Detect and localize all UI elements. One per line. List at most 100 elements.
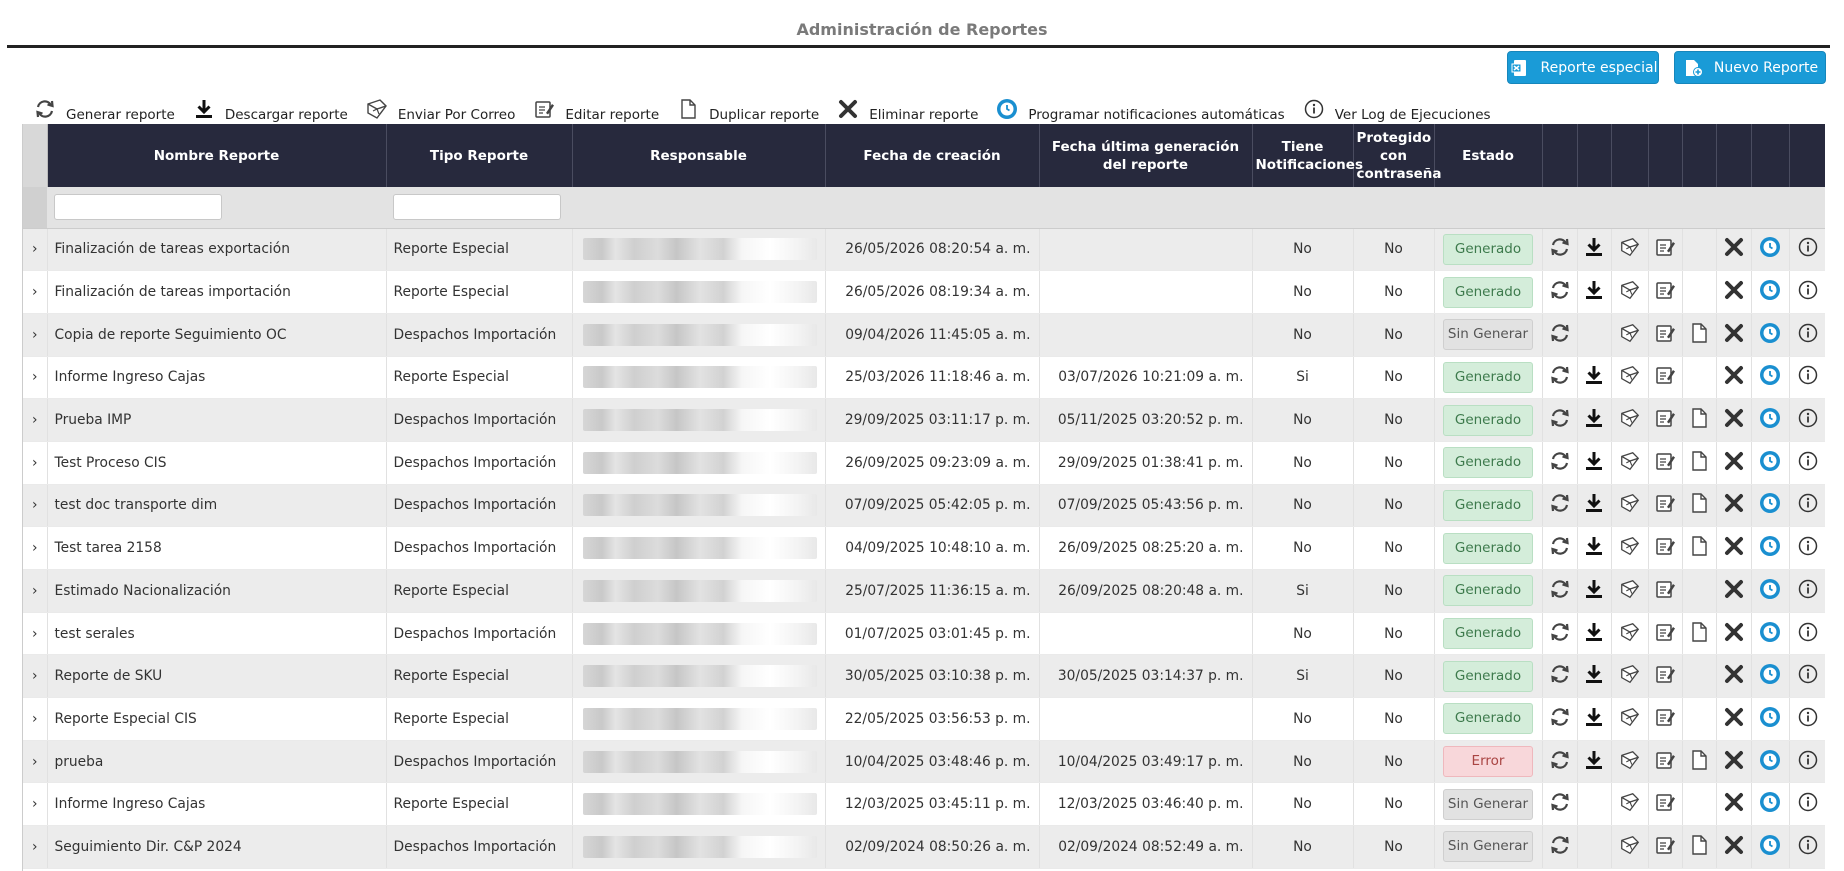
- edit-action-cell[interactable]: [1648, 398, 1683, 442]
- edit-doc-icon[interactable]: [1654, 621, 1676, 643]
- refresh-icon[interactable]: [1549, 407, 1571, 429]
- refresh-icon[interactable]: [1549, 663, 1571, 685]
- download-action-cell[interactable]: [1577, 356, 1612, 400]
- delete-action-cell[interactable]: [1716, 398, 1752, 442]
- col-notificaciones-header[interactable]: Tiene Notificaciones: [1252, 124, 1363, 187]
- clock-icon[interactable]: [1759, 450, 1781, 472]
- download-icon[interactable]: [1583, 279, 1605, 301]
- edit-action-cell[interactable]: [1648, 356, 1683, 400]
- edit-action-cell[interactable]: [1648, 569, 1683, 613]
- delete-action-cell[interactable]: [1716, 526, 1752, 570]
- schedule-action-cell[interactable]: [1751, 356, 1790, 400]
- duplicate-icon[interactable]: [1688, 407, 1710, 429]
- schedule-action-cell[interactable]: [1751, 612, 1790, 656]
- email-action-cell[interactable]: [1611, 782, 1649, 827]
- expand-row-toggle[interactable]: ›: [23, 484, 48, 528]
- edit-action-cell[interactable]: [1648, 313, 1683, 357]
- refresh-icon[interactable]: [1549, 492, 1571, 514]
- info-icon[interactable]: [1797, 791, 1819, 813]
- download-icon[interactable]: [1583, 578, 1605, 600]
- edit-doc-icon[interactable]: [1654, 450, 1676, 472]
- duplicate-action-cell[interactable]: [1682, 825, 1717, 869]
- log-action-cell[interactable]: [1789, 526, 1825, 570]
- log-action-cell[interactable]: [1789, 569, 1825, 613]
- col-tipo-header[interactable]: Tipo Reporte: [386, 124, 573, 187]
- send-mail-icon[interactable]: [1619, 749, 1641, 771]
- edit-action-cell[interactable]: [1648, 484, 1683, 528]
- info-icon[interactable]: [1797, 492, 1819, 514]
- email-action-cell[interactable]: [1611, 356, 1649, 400]
- schedule-action-cell[interactable]: [1751, 313, 1790, 357]
- clock-icon[interactable]: [1759, 322, 1781, 344]
- download-action-cell[interactable]: [1577, 441, 1612, 485]
- send-mail-icon[interactable]: [1619, 236, 1641, 258]
- delete-icon[interactable]: [1723, 663, 1745, 685]
- delete-icon[interactable]: [1723, 450, 1745, 472]
- nombre-filter-input[interactable]: [54, 194, 222, 221]
- generate-action-cell[interactable]: [1542, 270, 1578, 314]
- download-action-cell[interactable]: [1577, 526, 1612, 570]
- send-mail-icon[interactable]: [1619, 450, 1641, 472]
- download-icon[interactable]: [1583, 535, 1605, 557]
- send-mail-icon[interactable]: [1619, 279, 1641, 301]
- refresh-icon[interactable]: [1549, 236, 1571, 258]
- download-icon[interactable]: [1583, 663, 1605, 685]
- expand-row-toggle[interactable]: ›: [23, 697, 48, 741]
- clock-icon[interactable]: [1759, 535, 1781, 557]
- duplicate-icon[interactable]: [1688, 450, 1710, 472]
- expand-row-toggle[interactable]: ›: [23, 228, 48, 272]
- schedule-action-cell[interactable]: [1751, 228, 1790, 272]
- delete-action-cell[interactable]: [1716, 740, 1752, 784]
- email-action-cell[interactable]: [1611, 569, 1649, 613]
- generate-action-cell[interactable]: [1542, 484, 1578, 528]
- download-action-cell[interactable]: [1577, 270, 1612, 314]
- duplicate-action-cell[interactable]: [1682, 612, 1717, 656]
- edit-doc-icon[interactable]: [1654, 322, 1676, 344]
- generate-action-cell[interactable]: [1542, 398, 1578, 442]
- delete-icon[interactable]: [1723, 236, 1745, 258]
- delete-action-cell[interactable]: [1716, 569, 1752, 613]
- duplicate-icon[interactable]: [1688, 535, 1710, 557]
- delete-icon[interactable]: [1723, 791, 1745, 813]
- email-action-cell[interactable]: [1611, 484, 1649, 528]
- download-icon[interactable]: [1583, 492, 1605, 514]
- schedule-action-cell[interactable]: [1751, 398, 1790, 442]
- schedule-action-cell[interactable]: [1751, 697, 1790, 741]
- send-mail-icon[interactable]: [1619, 663, 1641, 685]
- duplicate-action-cell[interactable]: [1682, 484, 1717, 528]
- reporte-especial-button[interactable]: Reporte especial: [1507, 51, 1659, 84]
- edit-doc-icon[interactable]: [1654, 791, 1676, 813]
- download-action-cell[interactable]: [1577, 654, 1612, 699]
- refresh-icon[interactable]: [1549, 706, 1571, 728]
- download-action-cell[interactable]: [1577, 612, 1612, 656]
- clock-icon[interactable]: [1759, 791, 1781, 813]
- col-responsable-header[interactable]: Responsable: [572, 124, 826, 187]
- generate-action-cell[interactable]: [1542, 825, 1578, 869]
- expand-row-toggle[interactable]: ›: [23, 398, 48, 442]
- duplicate-action-cell[interactable]: [1682, 313, 1717, 357]
- refresh-icon[interactable]: [1549, 834, 1571, 856]
- delete-action-cell[interactable]: [1716, 697, 1752, 741]
- delete-icon[interactable]: [1723, 492, 1745, 514]
- refresh-icon[interactable]: [1549, 749, 1571, 771]
- delete-action-cell[interactable]: [1716, 270, 1752, 314]
- edit-action-cell[interactable]: [1648, 270, 1683, 314]
- email-action-cell[interactable]: [1611, 398, 1649, 442]
- edit-action-cell[interactable]: [1648, 782, 1683, 827]
- email-action-cell[interactable]: [1611, 441, 1649, 485]
- delete-icon[interactable]: [1723, 621, 1745, 643]
- log-action-cell[interactable]: [1789, 782, 1825, 827]
- duplicate-icon[interactable]: [1688, 621, 1710, 643]
- generate-action-cell[interactable]: [1542, 228, 1578, 272]
- send-mail-icon[interactable]: [1619, 621, 1641, 643]
- download-icon[interactable]: [1583, 450, 1605, 472]
- duplicate-icon[interactable]: [1688, 749, 1710, 771]
- log-action-cell[interactable]: [1789, 825, 1825, 869]
- delete-action-cell[interactable]: [1716, 782, 1752, 827]
- refresh-icon[interactable]: [1549, 450, 1571, 472]
- generate-action-cell[interactable]: [1542, 526, 1578, 570]
- clock-icon[interactable]: [1759, 834, 1781, 856]
- schedule-action-cell[interactable]: [1751, 825, 1790, 869]
- col-nombre-header[interactable]: Nombre Reporte: [47, 124, 387, 187]
- duplicate-action-cell[interactable]: [1682, 398, 1717, 442]
